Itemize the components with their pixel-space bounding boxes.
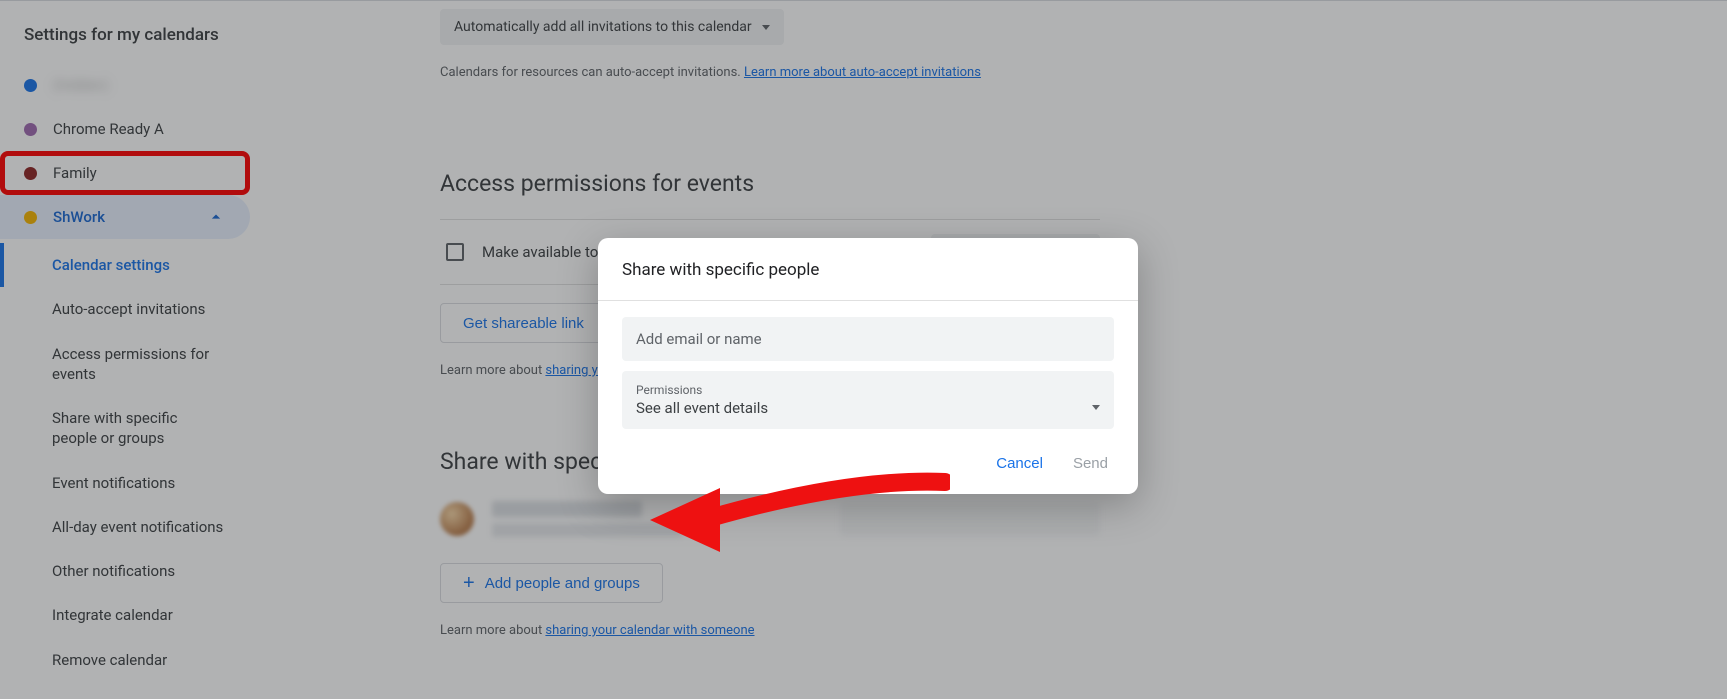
dialog-title: Share with specific people bbox=[622, 260, 1114, 300]
email-input[interactable]: Add email or name bbox=[622, 317, 1114, 361]
share-dialog: Share with specific people Add email or … bbox=[598, 238, 1138, 494]
email-placeholder: Add email or name bbox=[636, 330, 762, 348]
cancel-button[interactable]: Cancel bbox=[996, 455, 1043, 472]
caret-down-icon bbox=[1092, 405, 1100, 410]
send-button: Send bbox=[1073, 455, 1108, 472]
permission-dropdown[interactable]: Permissions See all event details bbox=[622, 371, 1114, 429]
permission-label: Permissions bbox=[636, 383, 1100, 397]
permission-value: See all event details bbox=[636, 399, 768, 417]
dialog-actions: Cancel Send bbox=[622, 439, 1114, 482]
